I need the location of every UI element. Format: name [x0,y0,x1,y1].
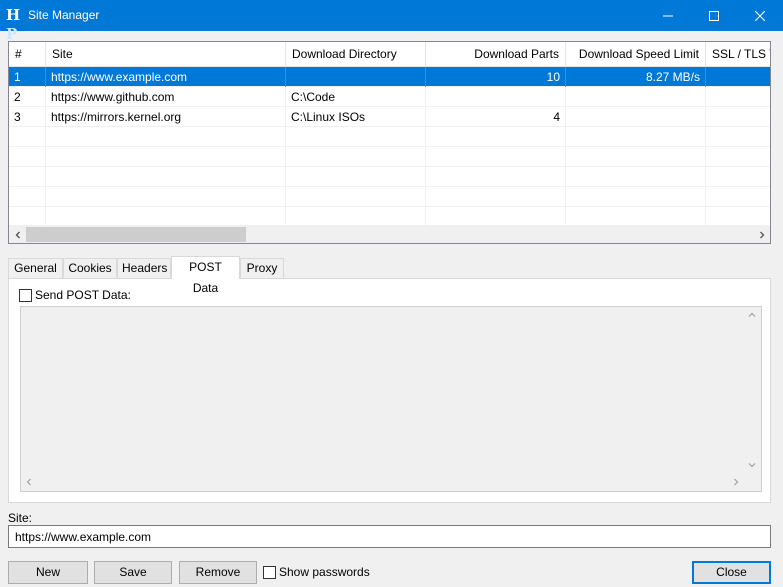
chevron-down-icon [748,463,756,468]
minimize-button[interactable] [645,0,691,31]
chevron-left-icon [15,231,20,238]
horizontal-scrollbar[interactable] [21,474,744,491]
row-download-directory: C:\Linux ISOs [286,107,426,127]
column-header-site[interactable]: Site [46,42,286,67]
tab-proxy[interactable]: Proxy [240,258,284,279]
save-button[interactable]: Save [94,561,172,584]
row-site: https://mirrors.kernel.org [46,107,286,127]
table-row[interactable]: 1 https://www.example.com 10 8.27 MB/s [9,67,770,87]
table-row[interactable]: 3 https://mirrors.kernel.org C:\Linux IS… [9,107,770,127]
scroll-thumb[interactable] [26,227,246,242]
scroll-left-button[interactable] [9,226,26,243]
row-number: 3 [9,107,46,127]
tab-cookies[interactable]: Cookies [63,258,117,279]
chevron-right-icon [759,231,764,238]
maximize-icon [709,10,719,21]
tab-post-data[interactable]: POST Data [171,256,240,295]
sites-list[interactable]: # Site Download Directory Download Parts… [8,41,771,244]
post-data-textarea[interactable] [20,306,762,492]
column-header-download-parts[interactable]: Download Parts [426,42,566,67]
title-bar: HP Site Manager [0,0,783,43]
row-number: 2 [9,87,46,107]
hp-logo-icon: HP [6,6,20,43]
row-ssl-tls [706,67,770,87]
chevron-left-icon [26,478,31,486]
vertical-scrollbar[interactable] [744,307,761,474]
empty-row [9,167,770,187]
window-title: Site Manager [28,8,100,22]
maximize-button[interactable] [691,0,737,31]
chevron-up-icon [748,312,756,317]
row-download-directory [286,67,426,87]
show-passwords-label: Show passwords [279,565,370,579]
site-input[interactable] [8,525,771,548]
minimize-icon [663,15,673,16]
tab-general[interactable]: General [8,258,63,279]
send-post-data-label: Send POST Data: [35,288,131,302]
close-window-button[interactable] [737,0,783,31]
chevron-right-icon [734,478,739,486]
row-download-speed-limit [566,87,706,107]
horizontal-scrollbar[interactable] [9,226,770,243]
row-ssl-tls [706,107,770,127]
row-site: https://www.example.com [46,67,286,87]
tab-headers[interactable]: Headers [117,258,171,279]
post-data-panel: Send POST Data: [8,278,771,503]
column-header-ssl-tls[interactable]: SSL / TLS Ve [706,42,770,67]
table-row[interactable]: 2 https://www.github.com C:\Code [9,87,770,107]
column-header-download-directory[interactable]: Download Directory [286,42,426,67]
column-header-download-speed-limit[interactable]: Download Speed Limit [566,42,706,67]
row-number: 1 [9,67,46,87]
row-download-parts: 10 [426,67,566,87]
row-site: https://www.github.com [46,87,286,107]
close-button[interactable]: Close [692,561,771,584]
row-download-parts: 4 [426,107,566,127]
site-label: Site: [8,511,33,525]
new-button[interactable]: New [8,561,88,584]
empty-row [9,127,770,147]
scroll-right-button[interactable] [753,226,770,243]
remove-button[interactable]: Remove [179,561,257,584]
empty-row [9,207,770,227]
grid-header: # Site Download Directory Download Parts… [9,42,770,67]
empty-row [9,147,770,167]
row-ssl-tls [706,87,770,107]
show-passwords-checkbox[interactable] [263,566,276,579]
row-download-speed-limit: 8.27 MB/s [566,67,706,87]
row-download-speed-limit [566,107,706,127]
close-icon [755,10,765,21]
send-post-data-checkbox[interactable] [19,289,32,302]
column-header-number[interactable]: # [9,42,46,67]
row-download-parts [426,87,566,107]
empty-row [9,187,770,207]
row-download-directory: C:\Code [286,87,426,107]
